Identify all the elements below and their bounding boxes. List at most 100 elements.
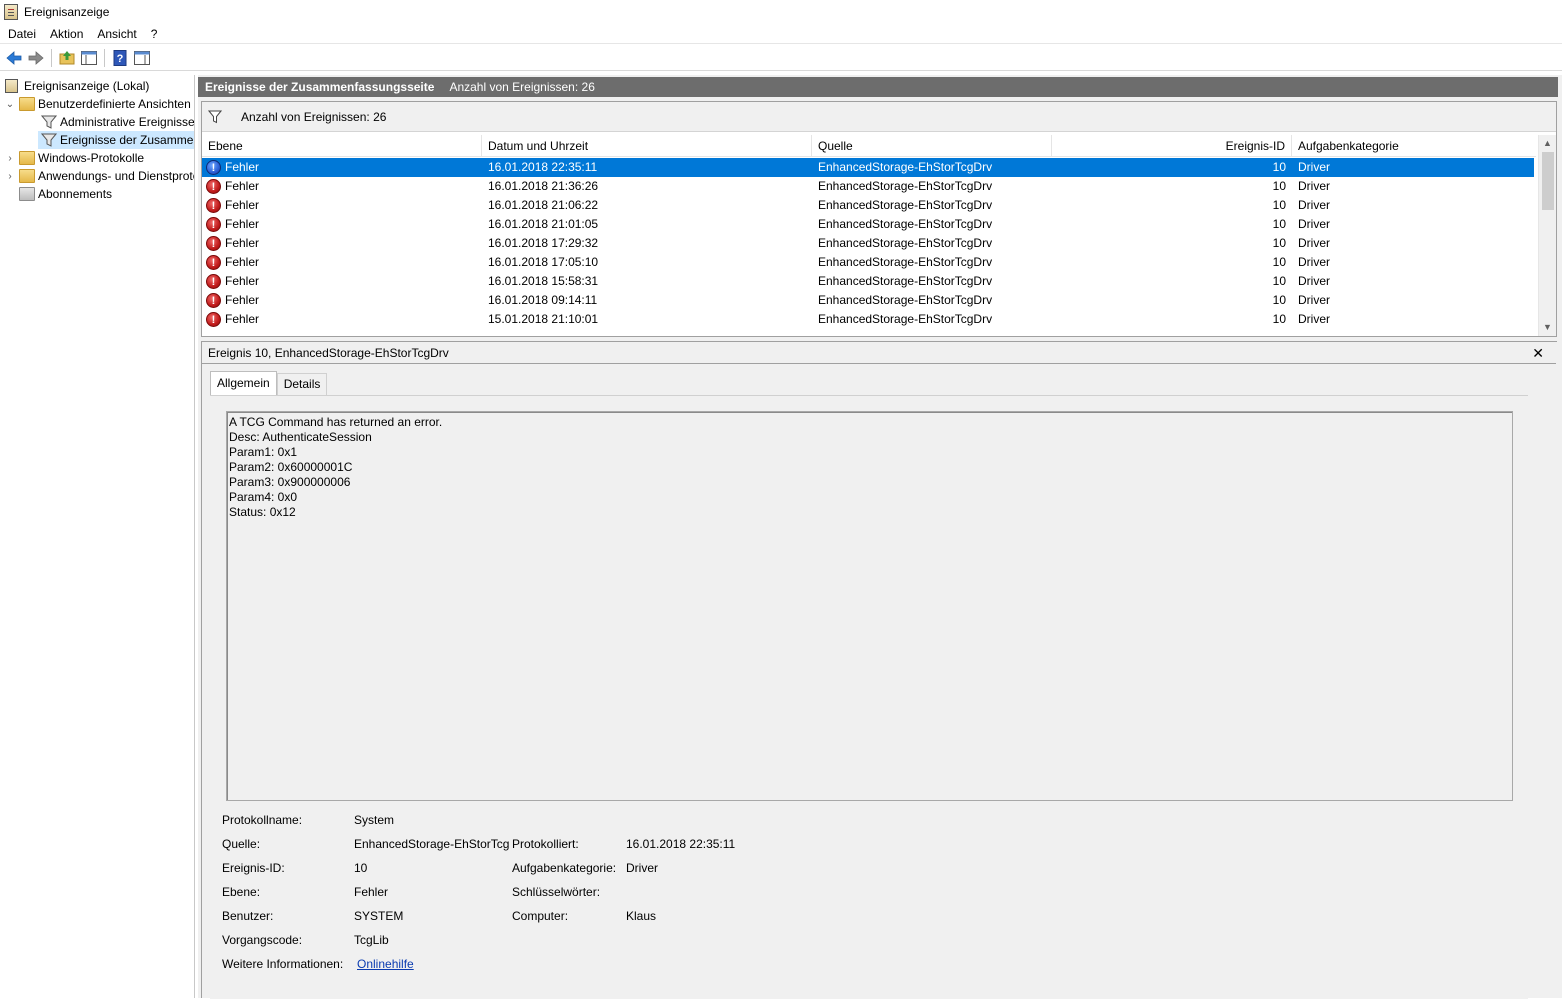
folder-up-button[interactable]: [56, 47, 78, 69]
chevron-right-icon[interactable]: ›: [4, 170, 16, 182]
tree-label: Administrative Ereignisse: [60, 115, 195, 129]
tree-item-admin-events[interactable]: Administrative Ereignisse: [38, 113, 195, 131]
cell-event-id: 10: [1272, 160, 1286, 174]
show-hide-tree-button[interactable]: [78, 47, 100, 69]
column-header-ereignis-id[interactable]: Ereignis-ID: [1052, 135, 1292, 157]
online-help-link[interactable]: Onlinehilfe: [357, 954, 414, 974]
tree-item-subscriptions[interactable]: Abonnements: [16, 185, 112, 203]
filter-icon: [208, 110, 222, 123]
cell-datetime: 16.01.2018 15:58:31: [488, 274, 599, 288]
close-icon[interactable]: ✕: [1532, 345, 1544, 362]
toolbar: ?: [0, 45, 1562, 71]
prop-value-level: Fehler: [354, 885, 389, 899]
tree-item-windows-logs[interactable]: › Windows-Protokolle: [4, 149, 144, 167]
chevron-right-icon[interactable]: ›: [4, 152, 16, 164]
tree-item-summary-events[interactable]: Ereignisse der Zusammenfassungsseite: [38, 131, 194, 149]
table-row[interactable]: ! Fehler 15.01.2018 21:10:01 EnhancedStor…: [202, 310, 1534, 329]
prop-value-computer: Klaus: [626, 909, 657, 923]
navigation-tree: Ereignisanzeige (Lokal) ⌄ Benutzerdefini…: [0, 75, 195, 998]
forward-icon: [28, 50, 44, 65]
error-icon: !: [206, 217, 221, 232]
menu-datei[interactable]: Datei: [0, 24, 43, 44]
scroll-up-icon[interactable]: ▲: [1539, 135, 1556, 152]
table-row[interactable]: ! Fehler 16.01.2018 17:05:10 EnhancedStor…: [202, 253, 1534, 272]
table-row[interactable]: ! Fehler 16.01.2018 21:01:05 EnhancedStor…: [202, 215, 1534, 234]
cell-source: EnhancedStorage-EhStorTcgDrv: [818, 255, 993, 269]
menu-ansicht[interactable]: Ansicht: [90, 24, 143, 44]
error-icon: !: [206, 293, 221, 308]
title-bar: Ereignisanzeige: [0, 0, 1562, 24]
prop-label-source: Quelle:: [222, 837, 261, 851]
cell-event-id: 10: [1272, 198, 1286, 212]
tree-label: Ereignisse der Zusammenfassungsseite: [60, 133, 194, 147]
folder-icon: [19, 97, 35, 111]
table-row[interactable]: ! Fehler 16.01.2018 17:29:32 EnhancedStor…: [202, 234, 1534, 253]
back-button[interactable]: [3, 47, 25, 69]
scroll-down-icon[interactable]: ▼: [1539, 319, 1556, 336]
column-header-aufgabenkategorie[interactable]: Aufgabenkategorie: [1292, 135, 1536, 157]
cell-datetime: 16.01.2018 21:06:22: [488, 198, 599, 212]
cell-datetime: 16.01.2018 17:29:32: [488, 236, 599, 250]
error-icon: !: [206, 160, 221, 175]
cell-event-id: 10: [1272, 312, 1286, 326]
event-viewer-icon: [5, 79, 18, 93]
message-line: Desc: AuthenticateSession: [229, 430, 372, 444]
message-line: A TCG Command has returned an error.: [229, 415, 443, 429]
tree-label: Abonnements: [38, 187, 113, 201]
table-row[interactable]: ! Fehler 16.01.2018 15:58:31 EnhancedStor…: [202, 272, 1534, 291]
cell-source: EnhancedStorage-EhStorTcgDrv: [818, 179, 993, 193]
prop-label-event-id: Ereignis-ID:: [222, 861, 285, 875]
table-row[interactable]: ! Fehler 16.01.2018 21:06:22 EnhancedStor…: [202, 196, 1534, 215]
cell-level: Fehler: [225, 255, 260, 269]
cell-datetime: 16.01.2018 17:05:10: [488, 255, 599, 269]
prop-label-level: Ebene:: [222, 885, 261, 899]
folder-icon: [19, 169, 35, 183]
message-line: Param4: 0x0: [229, 490, 298, 504]
cell-source: EnhancedStorage-EhStorTcgDrv: [818, 160, 993, 174]
menu-help[interactable]: ?: [144, 24, 165, 44]
grid-scrollbar[interactable]: ▲ ▼: [1538, 135, 1556, 336]
message-line: Param2: 0x60000001C: [229, 460, 353, 474]
chevron-down-icon[interactable]: ⌄: [4, 98, 16, 110]
cell-task-category: Driver: [1298, 179, 1330, 193]
menu-bar: Datei Aktion Ansicht ?: [0, 24, 1562, 44]
cell-task-category: Driver: [1298, 160, 1330, 174]
cell-task-category: Driver: [1298, 198, 1330, 212]
tree-label: Windows-Protokolle: [38, 151, 145, 165]
scroll-thumb[interactable]: [1542, 152, 1554, 210]
menu-aktion[interactable]: Aktion: [43, 24, 90, 44]
event-message-box[interactable]: A TCG Command has returned an error. Des…: [226, 411, 1513, 801]
back-icon: [6, 50, 22, 65]
prop-label-opcode: Vorgangscode:: [222, 933, 303, 947]
prop-value-source: EnhancedStorage-EhStorTcg: [354, 837, 510, 851]
cell-source: EnhancedStorage-EhStorTcgDrv: [818, 293, 993, 307]
tree-item-root[interactable]: Ereignisanzeige (Lokal): [2, 77, 149, 95]
column-header-quelle[interactable]: Quelle: [812, 135, 1052, 157]
column-header-ebene[interactable]: Ebene: [202, 135, 482, 157]
help-icon: ?: [113, 49, 127, 66]
cell-event-id: 10: [1272, 274, 1286, 288]
filter-bar: Anzahl von Ereignissen: 26: [202, 102, 1556, 132]
tab-details[interactable]: Details: [276, 373, 328, 395]
table-row[interactable]: ! Fehler 16.01.2018 09:14:11 EnhancedStor…: [202, 291, 1534, 310]
forward-button[interactable]: [25, 47, 47, 69]
tree-item-custom-views[interactable]: ⌄ Benutzerdefinierte Ansichten: [4, 95, 191, 113]
tree-item-app-logs[interactable]: › Anwendungs- und Dienstprotokolle: [4, 167, 194, 185]
toolbar-separator: [104, 48, 105, 67]
column-header-datum[interactable]: Datum und Uhrzeit: [482, 135, 812, 157]
show-hide-action-pane-button[interactable]: [131, 47, 153, 69]
cell-level: Fehler: [225, 293, 260, 307]
tab-allgemein[interactable]: Allgemein: [210, 371, 277, 395]
help-button[interactable]: ?: [109, 47, 131, 69]
svg-text:?: ?: [117, 53, 124, 65]
message-line: Param1: 0x1: [229, 445, 298, 459]
cell-task-category: Driver: [1298, 312, 1330, 326]
cell-datetime: 16.01.2018 22:35:11: [488, 160, 598, 174]
toolbar-separator: [51, 48, 52, 67]
prop-label-keywords: Schlüsselwörter:: [512, 885, 601, 899]
tree-label: Anwendungs- und Dienstprotokolle: [38, 169, 194, 183]
table-row[interactable]: ! Fehler 16.01.2018 22:35:11 EnhancedStor…: [202, 158, 1534, 177]
error-icon: !: [206, 255, 221, 270]
cell-task-category: Driver: [1298, 236, 1330, 250]
table-row[interactable]: ! Fehler 16.01.2018 21:36:26 EnhancedStor…: [202, 177, 1534, 196]
